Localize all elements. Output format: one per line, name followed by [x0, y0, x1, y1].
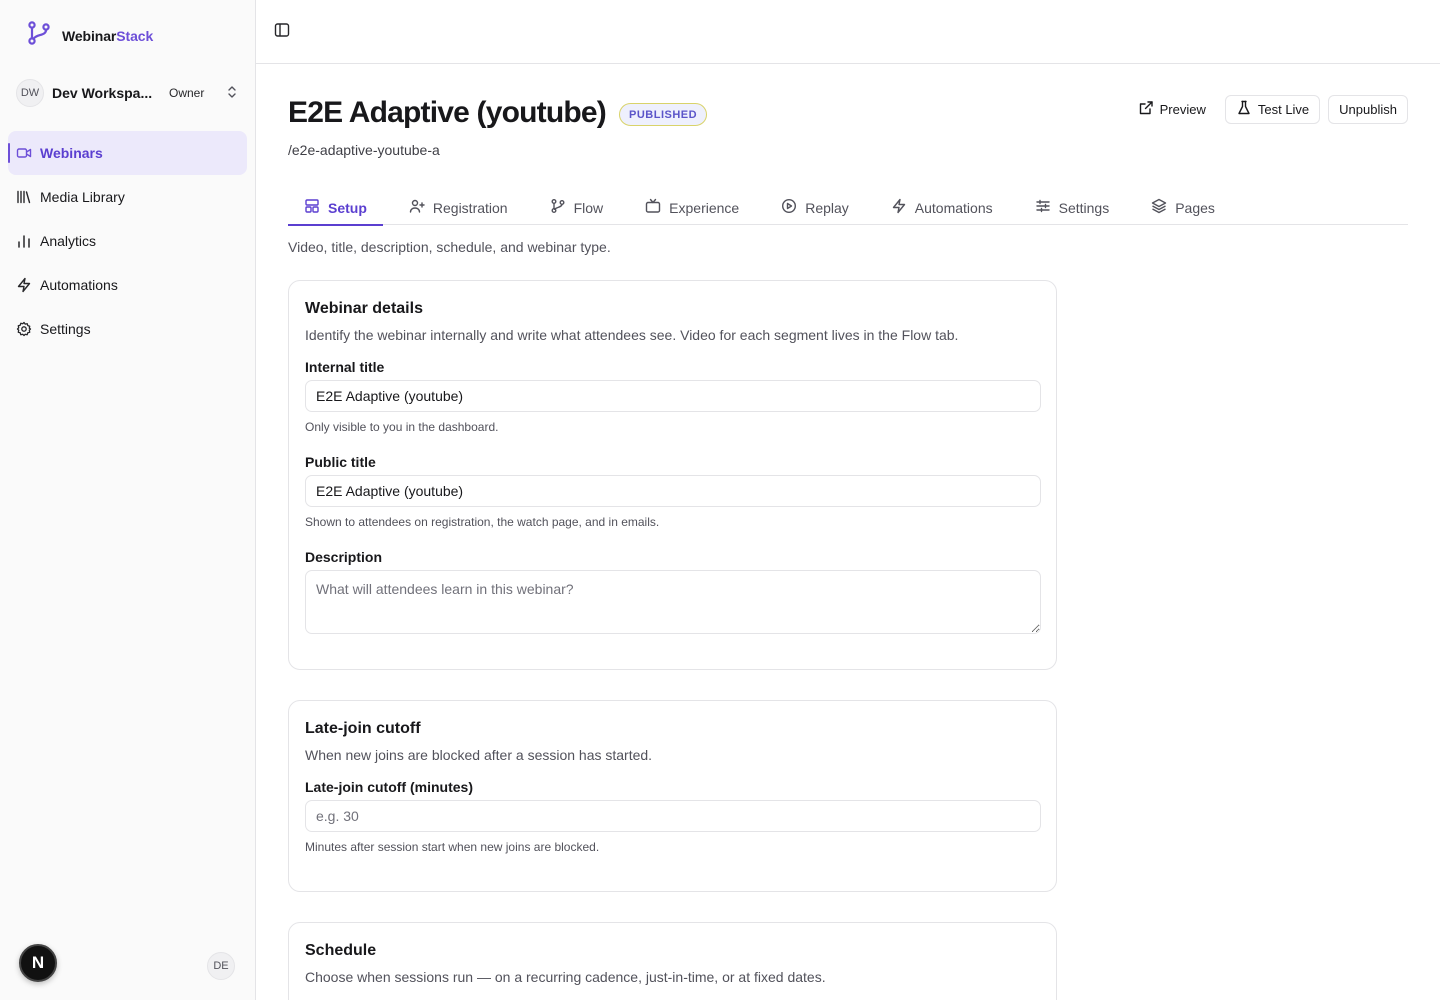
sidebar-nav: Webinars Media Library Analytics Automat…: [8, 131, 247, 351]
tab-label: Setup: [328, 199, 367, 216]
layout-icon: [304, 198, 320, 217]
bar-chart-icon: [16, 233, 32, 249]
library-icon: [16, 189, 32, 205]
description-textarea[interactable]: [305, 570, 1041, 634]
late-join-card: Late-join cutoff When new joins are bloc…: [288, 700, 1057, 892]
tab-label: Settings: [1058, 199, 1110, 216]
tab-label: Automations: [914, 199, 993, 216]
card-title: Webinar details: [305, 300, 423, 317]
workspace-name: Dev Workspa...: [52, 85, 152, 101]
card-title: Schedule: [305, 942, 377, 959]
zap-icon: [16, 277, 32, 293]
tab-description: Video, title, description, schedule, and…: [288, 239, 611, 255]
public-title-input[interactable]: [305, 475, 1041, 507]
card-description: Identify the webinar internally and writ…: [305, 327, 959, 343]
internal-title-hint: Only visible to you in the dashboard.: [305, 420, 499, 434]
chevrons-up-down-icon: [224, 84, 240, 105]
dev-tools-letter: N: [31, 953, 45, 972]
test-live-button[interactable]: Test Live: [1224, 95, 1321, 124]
tab-pages[interactable]: Pages: [1135, 190, 1231, 225]
tv-icon: [645, 198, 661, 217]
external-link-icon: [1138, 100, 1154, 119]
tab-experience[interactable]: Experience: [629, 190, 755, 225]
sidebar-item-webinars[interactable]: Webinars: [8, 131, 247, 175]
card-description: When new joins are blocked after a sessi…: [305, 747, 653, 763]
header-actions: Preview Test Live Unpublish: [1126, 95, 1408, 124]
user-plus-icon: [409, 198, 425, 217]
tab-label: Flow: [573, 199, 604, 216]
preview-label: Preview: [1159, 102, 1206, 117]
workspace-role: Owner: [169, 86, 205, 100]
sidebar-item-analytics[interactable]: Analytics: [8, 219, 247, 263]
page-title: E2E Adaptive (youtube): [288, 96, 607, 129]
sidebar-item-label: Webinars: [40, 145, 103, 161]
sidebar-item-label: Analytics: [40, 233, 97, 249]
internal-title-label: Internal title: [305, 359, 385, 375]
dev-tools-badge[interactable]: N: [19, 944, 57, 982]
panel-left-icon: [274, 22, 290, 43]
description-label: Description: [305, 549, 383, 565]
late-join-hint: Minutes after session start when new joi…: [305, 840, 600, 854]
tab-registration[interactable]: Registration: [393, 190, 524, 225]
card-title: Late-join cutoff: [305, 720, 421, 737]
tab-label: Registration: [432, 199, 508, 216]
tab-replay[interactable]: Replay: [765, 190, 865, 225]
tab-automations[interactable]: Automations: [875, 190, 1009, 225]
branch-logo-icon: [26, 20, 52, 51]
sidebar: WebinarStack DW Dev Workspa... Owner Web…: [0, 0, 256, 1000]
brand-name: Webinar: [62, 27, 117, 44]
unpublish-button[interactable]: Unpublish: [1328, 95, 1408, 124]
layers-icon: [1151, 198, 1167, 217]
status-badge: PUBLISHED: [619, 103, 708, 126]
tab-label: Experience: [669, 199, 740, 216]
git-branch-icon: [550, 198, 566, 217]
public-title-hint: Shown to attendees on registration, the …: [305, 515, 660, 529]
user-avatar[interactable]: DE: [207, 952, 235, 980]
test-live-label: Test Live: [1257, 102, 1310, 117]
sidebar-item-label: Automations: [40, 277, 118, 293]
late-join-input[interactable]: [305, 800, 1041, 832]
brand-logo[interactable]: WebinarStack: [26, 20, 153, 51]
webinar-tabs: Setup Registration Flow Experience Repla…: [288, 190, 1408, 226]
workspace-switcher[interactable]: DW Dev Workspa... Owner: [16, 79, 244, 107]
internal-title-input[interactable]: [305, 380, 1041, 412]
tab-flow[interactable]: Flow: [534, 190, 620, 225]
card-description: Choose when sessions run — on a recurrin…: [305, 969, 826, 985]
topbar: [256, 0, 1440, 64]
schedule-card: Schedule Choose when sessions run — on a…: [288, 922, 1057, 1000]
webinar-slug: /e2e-adaptive-youtube-a: [288, 142, 440, 158]
unpublish-label: Unpublish: [1339, 102, 1397, 117]
tab-label: Pages: [1175, 199, 1215, 216]
play-circle-icon: [781, 198, 797, 217]
brand-name-accent: Stack: [116, 27, 154, 44]
video-icon: [16, 145, 32, 161]
sidebar-item-media-library[interactable]: Media Library: [8, 175, 247, 219]
sidebar-item-label: Media Library: [40, 189, 125, 205]
gear-icon: [16, 321, 32, 337]
sidebar-item-label: Settings: [40, 321, 91, 337]
tab-setup[interactable]: Setup: [288, 190, 383, 226]
sliders-icon: [1035, 198, 1051, 217]
flask-icon: [1236, 100, 1252, 119]
sidebar-item-automations[interactable]: Automations: [8, 263, 247, 307]
tab-label: Replay: [805, 199, 849, 216]
tab-settings[interactable]: Settings: [1019, 190, 1126, 225]
sidebar-item-settings[interactable]: Settings: [8, 307, 247, 351]
late-join-label: Late-join cutoff (minutes): [305, 779, 473, 795]
public-title-label: Public title: [305, 454, 376, 470]
workspace-avatar: DW: [16, 79, 44, 107]
preview-button[interactable]: Preview: [1126, 95, 1217, 124]
webinar-details-card: Webinar details Identify the webinar int…: [288, 280, 1057, 670]
sidebar-toggle-button[interactable]: [272, 22, 292, 42]
zap-icon: [891, 198, 907, 217]
